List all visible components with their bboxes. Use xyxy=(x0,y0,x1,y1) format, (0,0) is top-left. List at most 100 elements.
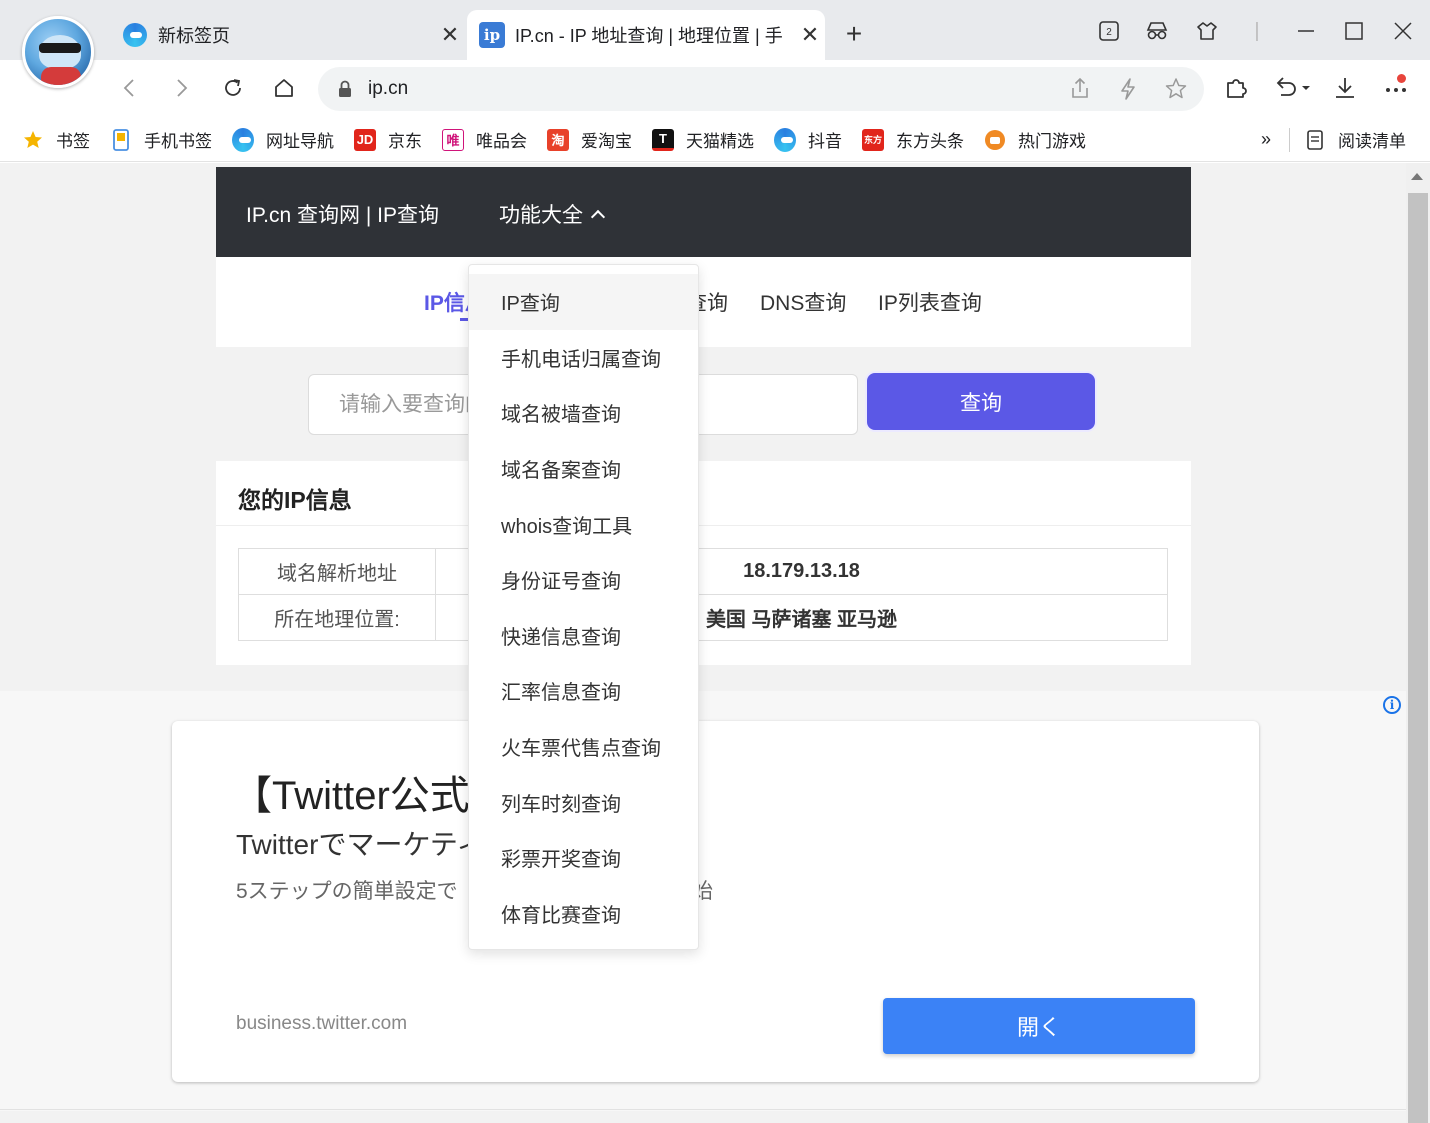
close-window-icon[interactable] xyxy=(1383,14,1423,48)
bookmark-label: 唯品会 xyxy=(476,132,527,151)
bookmark-label: 京东 xyxy=(388,132,422,151)
shirt-icon[interactable] xyxy=(1187,14,1227,48)
bookmark-games[interactable]: 热门游戏 xyxy=(974,124,1096,156)
search-button[interactable]: 查询 xyxy=(867,373,1095,430)
reading-list[interactable]: 阅读清单 xyxy=(1290,124,1430,156)
scrollbar-thumb[interactable] xyxy=(1408,193,1428,1123)
reading-list-label: 阅读清单 xyxy=(1338,132,1406,151)
bookmark-vip[interactable]: 唯 唯品会 xyxy=(432,124,537,156)
bookmark-dongfang[interactable]: 东方 东方头条 xyxy=(852,124,974,156)
dropdown-item[interactable]: 身份证号查询 xyxy=(469,552,698,608)
undo-icon[interactable] xyxy=(1270,70,1316,106)
ip-icon: ip xyxy=(479,22,505,48)
bookmark-label: 热门游戏 xyxy=(1018,132,1086,151)
star-icon[interactable] xyxy=(1162,75,1190,103)
dropdown-item[interactable]: 域名被墙查询 xyxy=(469,385,698,441)
profile-avatar[interactable] xyxy=(22,16,94,88)
incognito-icon[interactable] xyxy=(1137,14,1177,48)
bookmarks-bar: 书签 手机书签 网址导航 JD 京东 唯 唯品会 淘 爱淘宝 T 天猫精选 抖音… xyxy=(0,118,1430,162)
dropdown-item[interactable]: 彩票开奖查询 xyxy=(469,830,698,886)
chevron-up-icon xyxy=(590,209,606,225)
back-icon[interactable] xyxy=(112,70,148,106)
edge-icon xyxy=(122,22,148,48)
bookmark-label: 天猫精选 xyxy=(686,132,754,151)
divider xyxy=(216,525,1191,526)
sub-tabs: IP信息 查询 DNS查询 IP列表查询 xyxy=(216,257,1191,347)
scrollbar[interactable] xyxy=(1406,163,1430,1123)
lock-icon xyxy=(339,80,351,97)
dropdown-item[interactable]: whois查询工具 xyxy=(469,496,698,552)
dropdown-item[interactable]: 手机电话归属查询 xyxy=(469,330,698,386)
bookmark-douyin[interactable]: 抖音 xyxy=(764,124,852,156)
reload-icon[interactable] xyxy=(215,70,251,106)
table-row: 域名解析地址 18.179.13.18 xyxy=(238,548,1168,595)
ad-title: 【Twitter公式 xyxy=(232,774,470,818)
bookmark-label: 书签 xyxy=(56,132,90,151)
address-bar[interactable]: ip.cn xyxy=(318,67,1204,111)
tab-new-tab[interactable]: 新标签页 ✕ xyxy=(110,10,465,60)
taobao-icon: 淘 xyxy=(547,128,569,151)
tab-dns[interactable]: DNS查询 xyxy=(760,287,846,317)
card-title: 您的IP信息 xyxy=(238,487,352,513)
site-brand[interactable]: IP.cn 查询网 | IP查询 xyxy=(246,199,439,229)
jd-icon: JD xyxy=(354,128,376,151)
ad-domain: business.twitter.com xyxy=(236,1013,408,1034)
forward-icon[interactable] xyxy=(163,70,199,106)
scroll-up-icon[interactable] xyxy=(1411,173,1423,180)
bookmark-shuqian[interactable]: 书签 xyxy=(12,124,100,156)
maximize-icon[interactable] xyxy=(1334,14,1374,48)
star-icon xyxy=(22,129,44,151)
divider xyxy=(0,1109,1406,1110)
home-icon[interactable] xyxy=(266,70,302,106)
edge-icon xyxy=(232,127,254,152)
row-key: 所在地理位置: xyxy=(238,594,436,641)
new-tab-button[interactable]: + xyxy=(838,16,870,52)
bookmark-tmall[interactable]: T 天猫精选 xyxy=(642,124,764,156)
toolbar: ip.cn xyxy=(0,60,1430,118)
tab-title: 新标签页 xyxy=(158,26,230,46)
dropdown-item[interactable]: 快递信息查询 xyxy=(469,608,698,664)
row-key: 域名解析地址 xyxy=(238,548,436,595)
bookmark-label: 东方头条 xyxy=(896,132,964,151)
lightning-icon[interactable] xyxy=(1114,75,1142,103)
ad-description-text: 5ステップの簡単設定で xyxy=(236,880,458,903)
dropdown-item[interactable]: 域名备案查询 xyxy=(469,441,698,497)
dropdown-item[interactable]: 汇率信息查询 xyxy=(469,663,698,719)
features-menu-label: 功能大全 xyxy=(499,204,583,227)
bookmark-label: 网址导航 xyxy=(266,132,334,151)
minimize-icon[interactable] xyxy=(1286,14,1326,48)
url-text[interactable]: ip.cn xyxy=(368,78,408,100)
edge-icon xyxy=(774,127,796,152)
close-icon[interactable]: ✕ xyxy=(795,22,825,48)
share-icon[interactable] xyxy=(1066,75,1094,103)
features-dropdown: IP查询 手机电话归属查询 域名被墙查询 域名备案查询 whois查询工具 身份证号查询快… xyxy=(468,264,699,950)
ip-info-card: 您的IP信息 域名解析地址 18.179.13.18 所在地理位置: 美国 马萨… xyxy=(216,461,1191,665)
ip-info-table: 域名解析地址 18.179.13.18 所在地理位置: 美国 马萨诸塞 亚马逊 xyxy=(238,548,1168,641)
vip-icon: 唯 xyxy=(442,128,464,151)
ad-open-button[interactable]: 開く xyxy=(883,998,1195,1054)
download-icon[interactable] xyxy=(1327,70,1363,106)
bookmark-taobao[interactable]: 淘 爱淘宝 xyxy=(537,124,642,156)
bookmark-label: 手机书签 xyxy=(144,132,212,151)
bookmark-jd[interactable]: JD 京东 xyxy=(344,124,432,156)
tab-title: IP.cn - IP 地址查询 | 地理位置 | 手 xyxy=(515,26,783,46)
tab-count-icon[interactable]: 2 xyxy=(1089,14,1129,48)
features-menu[interactable]: 功能大全 xyxy=(499,199,606,229)
dropdown-item[interactable]: 火车票代售点查询 xyxy=(469,719,698,775)
bookmarks-more[interactable]: » xyxy=(1243,124,1289,156)
bookmark-nav[interactable]: 网址导航 xyxy=(222,124,344,156)
ad-description: 5ステップの簡単設定で xyxy=(236,875,458,905)
more-menu-icon[interactable] xyxy=(1378,70,1414,106)
dropdown-item[interactable]: IP查询 xyxy=(469,274,698,330)
dropdown-item[interactable]: 列车时刻查询 xyxy=(469,774,698,830)
tab-ip-list[interactable]: IP列表查询 xyxy=(878,287,982,317)
dropdown-item[interactable]: 体育比赛查询 xyxy=(469,886,698,942)
ad-card[interactable]: 【Twitter公式 Twitterでマーケティ 5ステップの簡単設定で 始 b… xyxy=(172,721,1259,1082)
ad-info-icon[interactable]: i xyxy=(1383,696,1401,714)
notification-dot xyxy=(1397,74,1406,83)
bookmark-mobile[interactable]: 手机书签 xyxy=(100,124,222,156)
bookmark-label: 抖音 xyxy=(808,132,842,151)
extensions-icon[interactable] xyxy=(1218,70,1254,106)
close-icon[interactable]: ✕ xyxy=(435,22,465,48)
tab-ip-cn[interactable]: ip IP.cn - IP 地址查询 | 地理位置 | 手 ✕ xyxy=(467,10,825,60)
